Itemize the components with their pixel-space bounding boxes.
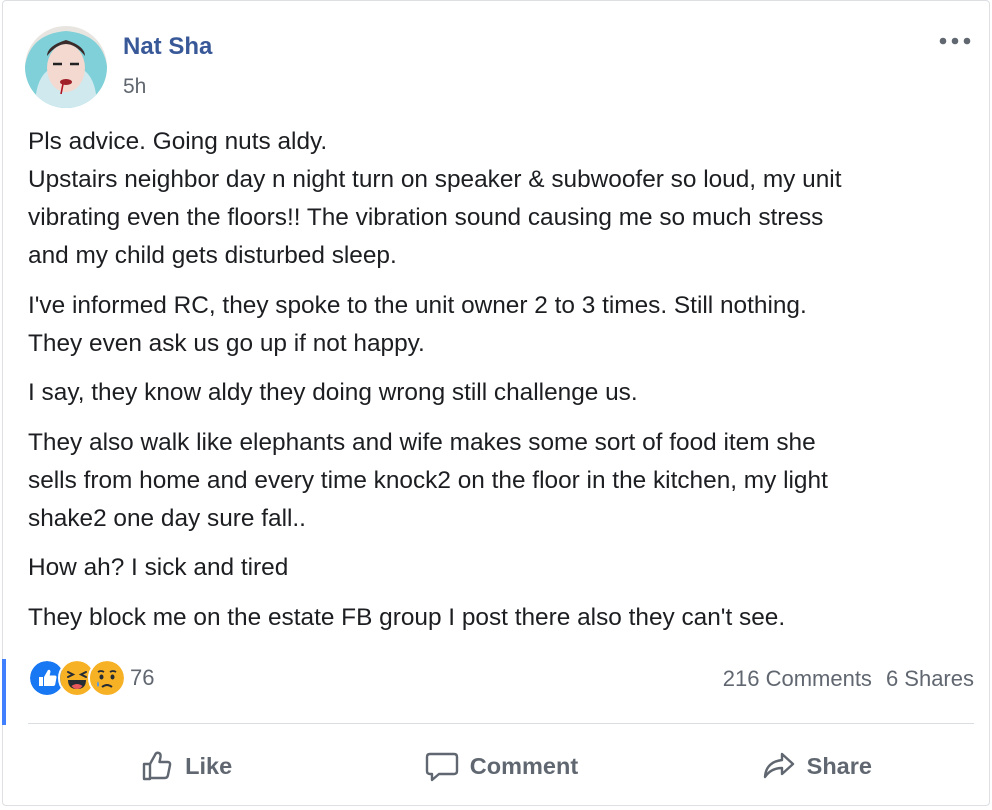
post-body: Pls advice. Going nuts aldy. Upstairs ne…	[28, 123, 978, 648]
post-paragraph: How ah? I sick and tired	[28, 549, 978, 587]
post-line: sells from home and every time knock2 on…	[28, 466, 828, 494]
post-line: I say, they know aldy they doing wrong s…	[28, 379, 638, 406]
post-card: Nat Sha 5h Pls advice. Going nuts aldy. …	[2, 0, 990, 806]
post-line: Pls advice. Going nuts aldy.	[28, 128, 328, 155]
avatar[interactable]	[25, 26, 107, 108]
shares-count-link[interactable]: 6 Shares	[886, 666, 974, 692]
post-line: shake2 one day sure fall..	[28, 504, 306, 532]
like-button[interactable]: Like	[28, 731, 343, 801]
more-options-icon[interactable]	[935, 27, 975, 55]
reaction-count[interactable]: 76	[130, 665, 154, 691]
post-line: vibrating even the floors!! The vibratio…	[28, 204, 824, 231]
post-line: I've informed RC, they spoke to the unit…	[28, 291, 807, 319]
post-paragraph: I've informed RC, they spoke to the unit…	[28, 287, 978, 363]
post-line: How ah? I sick and tired	[28, 554, 289, 581]
share-arrow-icon	[763, 752, 794, 779]
divider	[28, 723, 974, 724]
post-paragraph: They block me on the estate FB group I p…	[28, 599, 978, 637]
action-bar: Like Comment Share	[28, 731, 974, 801]
sad-icon	[88, 659, 126, 697]
share-button[interactable]: Share	[659, 731, 974, 801]
post-paragraph: I say, they know aldy they doing wrong s…	[28, 374, 978, 412]
comments-count-link[interactable]: 216 Comments	[723, 666, 872, 692]
post-paragraph: They also walk like elephants and wife m…	[28, 424, 978, 538]
reaction-summary[interactable]: 76	[28, 658, 154, 698]
post-line: They block me on the estate FB group I p…	[28, 603, 786, 631]
comment-label: Comment	[469, 752, 579, 779]
author-name[interactable]: Nat Sha	[123, 33, 212, 61]
post-line: They even ask us go up if not happy.	[28, 329, 425, 357]
comment-bubble-icon	[425, 752, 458, 782]
thumbs-up-icon	[142, 751, 172, 781]
share-label: Share	[806, 752, 872, 779]
comment-button[interactable]: Comment	[343, 731, 658, 801]
post-line: and my child gets disturbed sleep.	[28, 242, 397, 269]
focus-accent-bar	[2, 659, 6, 725]
like-label: Like	[185, 752, 233, 779]
post-line: Upstairs neighbor day n night turn on sp…	[28, 166, 842, 193]
post-paragraph: Pls advice. Going nuts aldy. Upstairs ne…	[28, 123, 978, 275]
post-timestamp[interactable]: 5h	[123, 75, 146, 99]
post-line: They also walk like elephants and wife m…	[28, 428, 816, 456]
engagement-stats: 216 Comments 6 Shares	[723, 666, 974, 692]
